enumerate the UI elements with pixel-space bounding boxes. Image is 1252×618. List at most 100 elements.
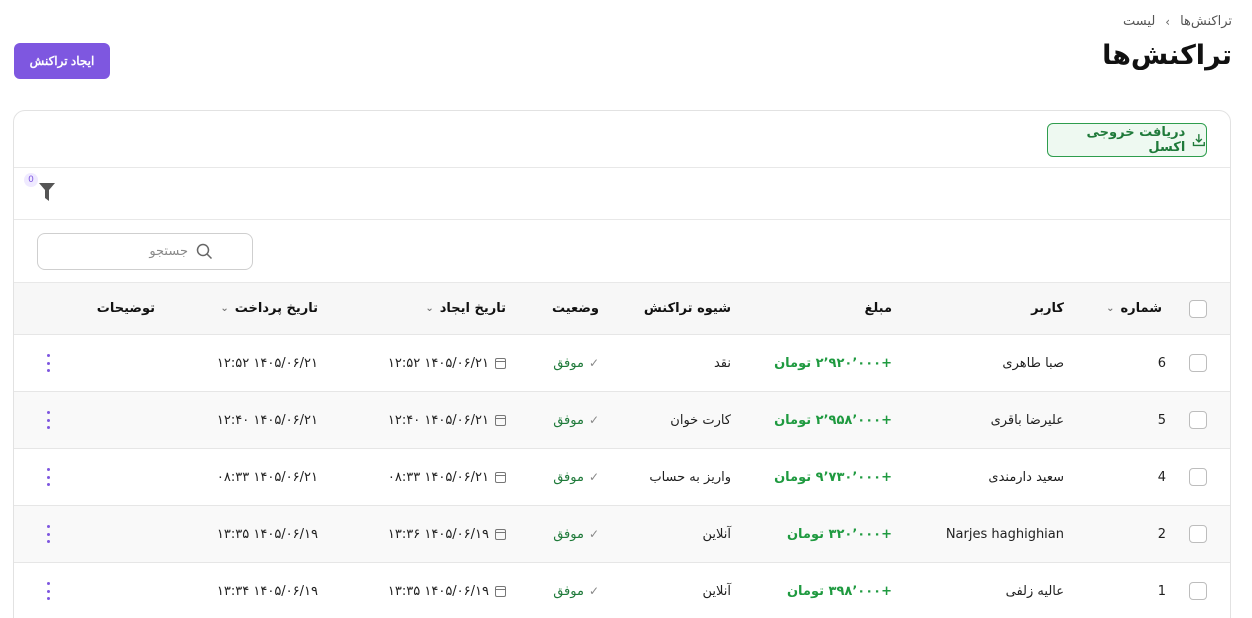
row-paid: ۱۴۰۵/۰۶/۲۱ ۱۲:۴۰ — [216, 412, 318, 428]
row-status-label: موفق — [553, 412, 584, 428]
filter-count-badge: 0 — [24, 173, 38, 187]
filter-icon — [39, 183, 55, 201]
row-method: آنلاین — [702, 583, 731, 599]
row-checkbox[interactable] — [1189, 468, 1207, 486]
page-title: تراکنش‌ها — [1102, 40, 1232, 71]
row-paid: ۱۴۰۵/۰۶/۲۱ ۱۲:۵۲ — [216, 355, 318, 371]
check-icon: ✓ — [588, 527, 599, 541]
row-number: 1 — [1157, 583, 1166, 599]
search-input[interactable] — [38, 244, 188, 259]
column-method-header: شیوه تراکنش — [643, 301, 731, 316]
row-user: سعید دارمندی — [988, 469, 1064, 485]
row-method: آنلاین — [702, 526, 731, 542]
row-status-label: موفق — [553, 355, 584, 371]
transactions-page: تراکنش‌ها ‹ لیست تراکنش‌ها ایجاد تراکنش … — [0, 0, 1252, 618]
row-number: 2 — [1157, 526, 1166, 542]
row-checkbox[interactable] — [1189, 354, 1207, 372]
row-created-date: ۱۴۰۵/۰۶/۲۱ ۰۸:۳۳ — [387, 469, 489, 485]
excel-export-label: دریافت خروجی اکسل — [1086, 125, 1186, 155]
calendar-icon — [495, 414, 506, 426]
breadcrumb-transactions-link[interactable]: تراکنش‌ها — [1180, 14, 1232, 29]
row-created: ۱۴۰۵/۰۶/۲۱ ۱۲:۴۰ — [388, 392, 506, 448]
row-paid: ۱۴۰۵/۰۶/۲۱ ۰۸:۳۳ — [216, 469, 318, 485]
row-method: کارت خوان — [670, 412, 731, 428]
check-icon: ✓ — [588, 470, 599, 484]
row-status-label: موفق — [553, 583, 584, 599]
row-status: ✓ موفق — [553, 563, 599, 618]
row-checkbox[interactable] — [1189, 525, 1207, 543]
chevron-left-icon: ‹ — [1165, 14, 1171, 29]
column-paid-header[interactable]: تاریخ پرداخت ⌄ — [220, 283, 318, 334]
row-status: ✓ موفق — [553, 506, 599, 562]
column-status-header: وضعیت — [551, 301, 599, 316]
column-user-header: کاربر — [1031, 301, 1064, 316]
calendar-icon — [495, 357, 506, 369]
more-options-icon[interactable] — [44, 411, 52, 429]
download-icon — [1193, 134, 1206, 147]
row-status: ✓ موفق — [553, 392, 599, 448]
row-user: علیرضا باقری — [990, 412, 1064, 428]
chevron-down-icon: ⌄ — [220, 303, 229, 314]
row-status: ✓ موفق — [553, 449, 599, 505]
row-created-date: ۱۴۰۵/۰۶/۲۱ ۱۲:۵۲ — [387, 355, 489, 371]
row-amount: +۲٬۹۵۸٬۰۰۰ تومان — [774, 412, 892, 428]
row-status-label: موفق — [553, 469, 584, 485]
calendar-icon — [495, 471, 506, 483]
row-created-date: ۱۴۰۵/۰۶/۲۱ ۱۲:۴۰ — [387, 412, 489, 428]
column-number-header[interactable]: شماره ⌄ — [1106, 283, 1162, 334]
row-checkbox[interactable] — [1189, 582, 1207, 600]
more-options-icon[interactable] — [44, 354, 52, 372]
row-amount: +۳۹۸٬۰۰۰ تومان — [786, 583, 892, 599]
transactions-card: دریافت خروجی اکسل 0 شماره ⌄ کاربر مبلغ — [13, 110, 1231, 618]
column-notes-header: توضیحات — [96, 301, 155, 316]
chevron-down-icon: ⌄ — [1106, 303, 1115, 314]
row-status: ✓ موفق — [553, 335, 599, 391]
row-number: 5 — [1157, 412, 1166, 428]
table-row: 2 Narjes haghighian +۳۲۰٬۰۰۰ تومان آنلای… — [14, 506, 1230, 563]
calendar-icon — [495, 528, 506, 540]
row-user: عالیه زلفی — [1005, 583, 1064, 599]
row-user: Narjes haghighian — [945, 526, 1064, 542]
column-created-header[interactable]: تاریخ ایجاد ⌄ — [425, 283, 506, 334]
row-created: ۱۴۰۵/۰۶/۱۹ ۱۳:۳۵ — [388, 563, 506, 618]
row-created: ۱۴۰۵/۰۶/۲۱ ۱۲:۵۲ — [388, 335, 506, 391]
row-amount: +۳۲۰٬۰۰۰ تومان — [786, 526, 892, 542]
row-paid: ۱۴۰۵/۰۶/۱۹ ۱۳:۳۴ — [216, 583, 318, 599]
create-transaction-button[interactable]: ایجاد تراکنش — [14, 43, 110, 79]
row-created: ۱۴۰۵/۰۶/۱۹ ۱۳:۳۶ — [388, 506, 506, 562]
row-user: صبا طاهری — [1002, 355, 1064, 371]
breadcrumb-list: لیست — [1123, 14, 1156, 29]
column-number-label: شماره — [1120, 301, 1162, 316]
excel-export-button[interactable]: دریافت خروجی اکسل — [1047, 123, 1207, 157]
row-method: واریز به حساب — [649, 469, 731, 485]
column-amount-header: مبلغ — [864, 301, 892, 316]
row-status-label: موفق — [553, 526, 584, 542]
more-options-icon[interactable] — [44, 582, 52, 600]
row-created-date: ۱۴۰۵/۰۶/۱۹ ۱۳:۳۵ — [387, 583, 489, 599]
divider — [14, 167, 1230, 168]
row-number: 6 — [1157, 355, 1166, 371]
table-row: 4 سعید دارمندی +۹٬۷۳۰٬۰۰۰ تومان واریز به… — [14, 449, 1230, 506]
table-row: 5 علیرضا باقری +۲٬۹۵۸٬۰۰۰ تومان کارت خوا… — [14, 392, 1230, 449]
check-icon: ✓ — [588, 413, 599, 427]
column-created-label: تاریخ ایجاد — [439, 301, 506, 316]
filter-button[interactable]: 0 — [22, 173, 55, 203]
check-icon: ✓ — [588, 356, 599, 370]
more-options-icon[interactable] — [44, 525, 52, 543]
select-all-checkbox[interactable] — [1189, 299, 1207, 318]
row-amount: +۹٬۷۳۰٬۰۰۰ تومان — [774, 469, 892, 485]
row-created: ۱۴۰۵/۰۶/۲۱ ۰۸:۳۳ — [388, 449, 506, 505]
chevron-down-icon: ⌄ — [425, 303, 434, 314]
row-amount: +۲٬۹۲۰٬۰۰۰ تومان — [774, 355, 892, 371]
divider — [14, 219, 1230, 220]
breadcrumb: تراکنش‌ها ‹ لیست — [1123, 14, 1232, 29]
calendar-icon — [495, 585, 506, 597]
table-row: 1 عالیه زلفی +۳۹۸٬۰۰۰ تومان آنلاین ✓ موف… — [14, 563, 1230, 618]
search-icon — [196, 243, 213, 260]
column-paid-label: تاریخ پرداخت — [234, 301, 318, 316]
row-paid: ۱۴۰۵/۰۶/۱۹ ۱۳:۳۵ — [216, 526, 318, 542]
row-number: 4 — [1157, 469, 1166, 485]
row-checkbox[interactable] — [1189, 411, 1207, 429]
more-options-icon[interactable] — [44, 468, 52, 486]
row-method: نقد — [713, 355, 731, 371]
